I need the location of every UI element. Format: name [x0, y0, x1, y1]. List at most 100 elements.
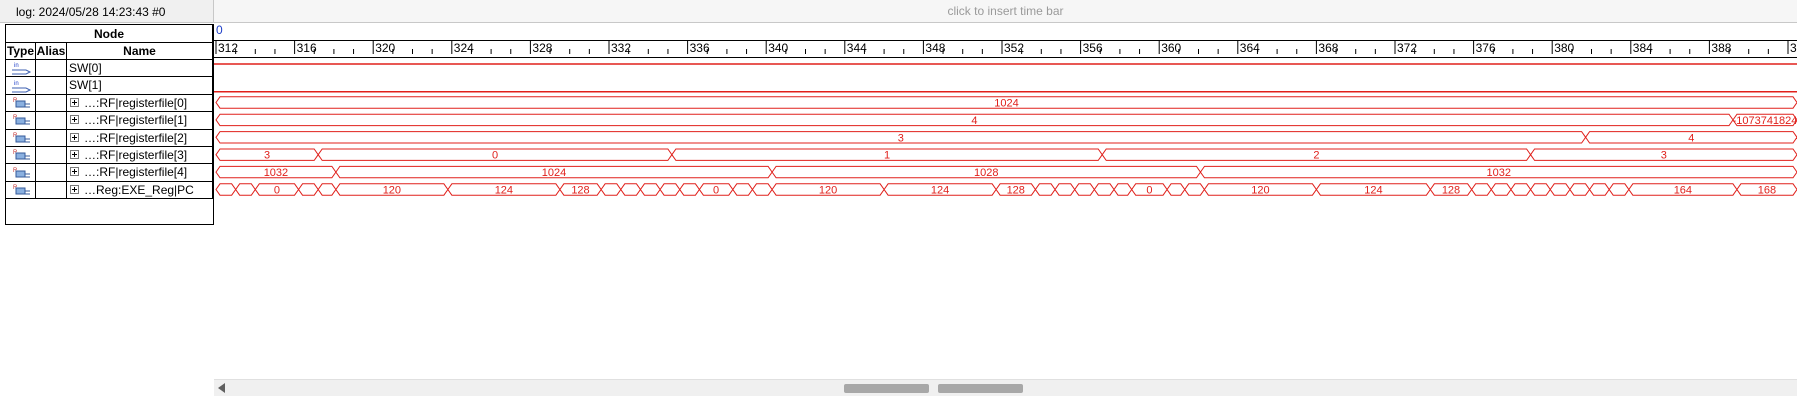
- bus-segment: [1490, 183, 1512, 196]
- time-tick-label: 372: [1397, 41, 1417, 55]
- horizontal-scrollbar[interactable]: [214, 379, 1797, 396]
- signal-row[interactable]: …:RF|registerfile[0]: [67, 94, 213, 113]
- register-icon: R: [10, 166, 32, 180]
- signal-name: …:RF|registerfile[2]: [84, 130, 188, 145]
- bus-value-label: 128: [1442, 185, 1460, 197]
- register-icon: R: [10, 96, 32, 110]
- expand-plus-icon[interactable]: [70, 132, 79, 142]
- time-tick-label: 328: [532, 41, 552, 55]
- bus-value-label: 120: [819, 185, 837, 197]
- bus-value-label: 168: [1758, 185, 1776, 197]
- signal-waveform[interactable]: 4 -1073741824: [215, 113, 1797, 127]
- bus-value-label: 0: [492, 150, 498, 162]
- signal-row[interactable]: …:RF|registerfile[1]: [67, 112, 213, 130]
- signal-waveform[interactable]: 3012341: [215, 148, 1797, 162]
- node-list-panel: Node Type Alias Name in SW[0] in SW[1] R …:RF…: [5, 24, 214, 225]
- signal-type-cell: R: [6, 129, 36, 147]
- signal-name: …Reg:EXE_Reg|PC: [84, 182, 194, 197]
- waveform-canvas[interactable]: 0312 316 320 324 328 332 336 340 344 348 352 356 360…: [214, 24, 1797, 379]
- signal-row[interactable]: …:RF|registerfile[2]: [67, 129, 213, 147]
- time-tick: 316: [294, 41, 355, 55]
- expand-plus-icon[interactable]: [70, 150, 79, 159]
- signal-row[interactable]: …:RF|registerfile[3]: [67, 147, 213, 165]
- signal-type-cell: R: [6, 181, 36, 200]
- type-column-header[interactable]: Type: [6, 43, 36, 60]
- time-tick: 388: [1708, 41, 1769, 55]
- signal-type-cell: in: [6, 77, 36, 95]
- signal-alias-cell: [36, 60, 67, 78]
- log-bar: log: 2024/05/28 14:23:43 #0: [0, 0, 214, 23]
- time-tick-label: 376: [1476, 41, 1496, 55]
- scrollbar-thumb-secondary[interactable]: [938, 384, 1023, 393]
- bus-value-label: 4: [1688, 132, 1694, 144]
- signal-alias-cell: [36, 112, 67, 130]
- time-tick: 312: [215, 41, 276, 55]
- bus-segment: [235, 183, 256, 196]
- bus-segment: [1184, 183, 1206, 196]
- alias-column-header[interactable]: Alias: [36, 43, 67, 60]
- signal-waveform[interactable]: 0120124128012012412801201241281641681721…: [215, 183, 1797, 197]
- bus-value-label: 1024: [542, 167, 566, 179]
- signal-name: …:RF|registerfile[0]: [84, 95, 188, 110]
- signal-alias-cell: [36, 164, 67, 182]
- time-tick-label: 324: [454, 41, 474, 55]
- waveform-panel[interactable]: 0 312 316 320 324 328 332 336 340 344 348 352 356 360…: [214, 24, 1797, 402]
- signal-row[interactable]: SW[0]: [67, 60, 213, 78]
- time-tick-label: 356: [1083, 41, 1103, 55]
- bus-value-label: 120: [1251, 185, 1269, 197]
- time-tick: 384: [1630, 41, 1691, 55]
- input-pin-icon: in: [10, 61, 32, 75]
- register-icon: R: [10, 131, 32, 145]
- signal-type-cell: R: [6, 147, 36, 165]
- register-icon: R: [10, 148, 32, 162]
- bus-segment: [1549, 183, 1571, 196]
- signal-row[interactable]: …Reg:EXE_Reg|PC: [67, 181, 213, 200]
- bus-segment: [1569, 183, 1591, 196]
- time-tick-label: 360: [1161, 41, 1181, 55]
- name-column-header[interactable]: Name: [67, 43, 213, 60]
- time-tick: 324: [451, 41, 512, 55]
- time-bar-insert-area[interactable]: click to insert time bar: [214, 0, 1797, 23]
- bus-value-label: 1: [884, 150, 890, 162]
- signal-alias-cell: [36, 181, 67, 200]
- register-icon: R: [10, 183, 32, 197]
- signal-row[interactable]: …:RF|registerfile[4]: [67, 164, 213, 182]
- time-tick: 320: [372, 41, 433, 55]
- bus-value-label: 124: [931, 185, 949, 197]
- expand-plus-icon[interactable]: [70, 115, 79, 125]
- bus-segment: [1166, 183, 1186, 196]
- bus-value-label: 3: [1661, 150, 1667, 162]
- signal-waveform[interactable]: 10321024102810328192: [215, 165, 1797, 179]
- bus-segment: [1093, 183, 1115, 196]
- signal-waveform[interactable]: 34-2147483648: [215, 131, 1797, 145]
- expand-plus-icon[interactable]: [70, 167, 79, 177]
- signal-waveform[interactable]: 1024: [215, 96, 1797, 110]
- bus-segment: [297, 183, 319, 196]
- bus-segment: [1054, 183, 1076, 196]
- expand-plus-icon[interactable]: [70, 184, 79, 194]
- scrollbar-thumb[interactable]: [844, 384, 929, 393]
- bus-segment: [1034, 183, 1056, 196]
- bus-segment: [1074, 183, 1095, 196]
- scroll-left-arrow-icon[interactable]: [218, 383, 225, 393]
- bus-value-label: 3: [898, 132, 904, 144]
- signal-alias-cell: [36, 77, 67, 95]
- time-tick-label: 340: [768, 41, 788, 55]
- time-tick-label: 348: [925, 41, 945, 55]
- bus-segment: [659, 183, 681, 196]
- signal-alias-cell: [36, 147, 67, 165]
- signal-name: …:RF|registerfile[4]: [84, 165, 188, 180]
- bus-value-label: 1032: [264, 167, 288, 179]
- time-tick: 364: [1237, 41, 1298, 55]
- signal-name: …:RF|registerfile[1]: [84, 113, 188, 128]
- time-tick: 332: [608, 41, 669, 55]
- bus-segment: [600, 183, 622, 196]
- time-tick: 360: [1158, 41, 1219, 55]
- bus-value-label: 164: [1674, 185, 1692, 197]
- node-header: Node: [6, 25, 213, 43]
- bus-segment: [1471, 183, 1492, 196]
- expand-plus-icon[interactable]: [70, 97, 79, 107]
- bus-value-label: 3: [264, 150, 270, 162]
- time-tick-label: 364: [1240, 41, 1260, 55]
- signal-row[interactable]: SW[1]: [67, 77, 213, 95]
